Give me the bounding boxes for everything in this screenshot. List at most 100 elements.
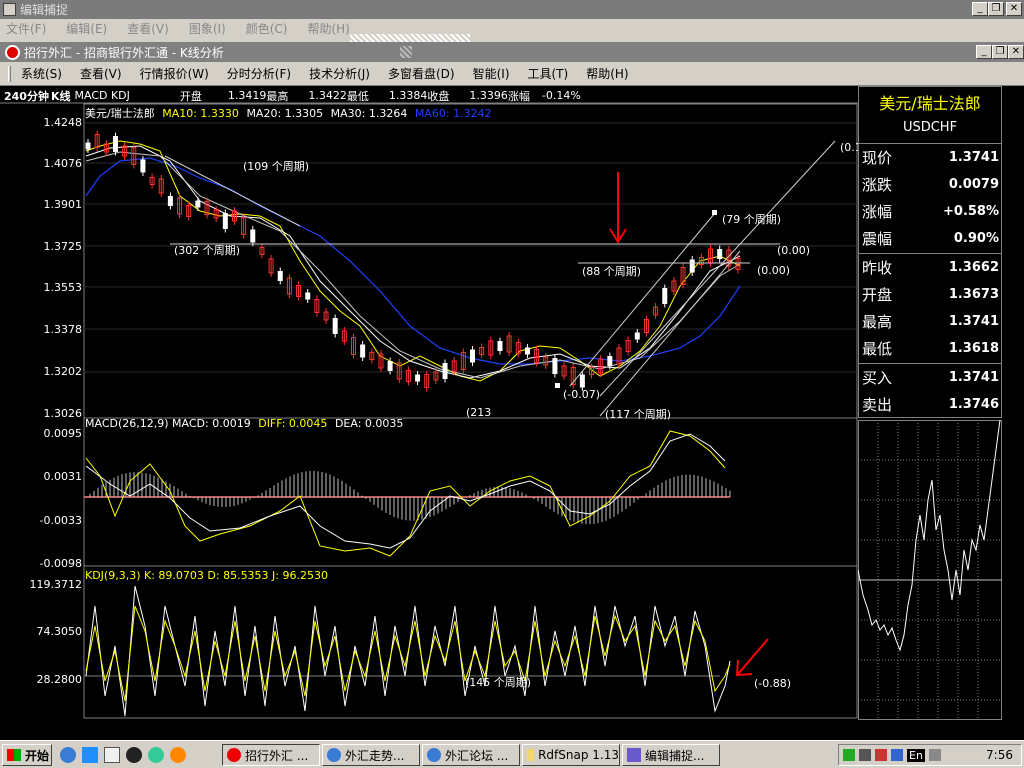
kline-candles <box>85 130 741 392</box>
mini-tick-chart[interactable] <box>858 420 1002 720</box>
task-button-rdfsnap[interactable]: RdfSnap 1.13 <box>522 744 620 766</box>
clock[interactable]: 7:56 <box>986 748 1013 762</box>
quote-value: 1.3741 <box>948 370 999 385</box>
task-button-trend[interactable]: 外汇走势... <box>322 744 420 766</box>
candle-body <box>607 356 613 366</box>
minimize-button[interactable]: _ <box>972 2 988 16</box>
kdj-y-tick: 74.3050 <box>36 625 83 638</box>
quote-value: 1.3741 <box>948 314 999 329</box>
ie-task-icon <box>427 748 441 762</box>
menu-intraday[interactable]: 分时分析(F) <box>227 65 291 82</box>
doc-menu-bar: 系统(S) 查看(V) 行情报价(W) 分时分析(F) 技术分析(J) 多窗看盘… <box>0 62 1024 86</box>
task-button-forum[interactable]: 外汇论坛 ... <box>422 744 520 766</box>
symbol-name: 美元/瑞士法郎 <box>85 107 155 120</box>
app-menu-file[interactable]: 文件(F) <box>6 20 46 37</box>
candle-body <box>442 363 448 379</box>
menu-system[interactable]: 系统(S) <box>21 65 62 82</box>
outlook-icon[interactable] <box>82 747 98 763</box>
price-panel-header: 美元/瑞士法郎 MA10: 1.3330 MA20: 1.3305 MA30: … <box>85 105 492 121</box>
macd-y-tick: 0.0031 <box>43 470 83 483</box>
candle-body <box>552 358 558 374</box>
app-menu-view[interactable]: 查看(V) <box>127 20 169 37</box>
price-y-tick: 1.3378 <box>43 323 83 336</box>
network-icon[interactable] <box>843 749 855 761</box>
quote-panel: 美元/瑞士法郎 USDCHF 现价 1.3741 涨跌 0.0079 涨幅 +0.58… <box>858 86 1002 418</box>
maximize-button[interactable]: ❐ <box>988 2 1004 16</box>
quote-value: 1.3741 <box>948 150 999 165</box>
app-menu-edit[interactable]: 编辑(E) <box>66 20 107 37</box>
quote-row-price: 现价 1.3741 <box>859 144 1001 171</box>
tray-app-icon[interactable] <box>928 749 941 761</box>
trend-lines <box>164 140 836 417</box>
menu-view[interactable]: 查看(V) <box>80 65 122 82</box>
doc-close-button[interactable]: ✕ <box>1008 45 1024 59</box>
app-menu-image[interactable]: 图象(I) <box>189 20 226 37</box>
start-button[interactable]: 开始 <box>2 744 52 766</box>
candle-body <box>222 213 228 229</box>
doc-maximize-button[interactable]: ❐ <box>992 45 1008 59</box>
task-button-capture[interactable]: 编辑捕捉... <box>622 744 720 766</box>
marker-point-a <box>712 210 717 215</box>
menu-help[interactable]: 帮助(H) <box>586 65 628 82</box>
candle-body <box>360 344 366 358</box>
candle-body <box>332 318 338 334</box>
firefox-icon[interactable] <box>170 747 186 763</box>
menu-tools[interactable]: 工具(T) <box>528 65 569 82</box>
ma10-label: MA10: 1.3330 <box>162 107 239 120</box>
kdj-header: KDJ(9,3,3) K: 89.0703 D: 85.5353 J: 96.2… <box>85 569 328 582</box>
red-arrow-diag-icon <box>735 638 769 677</box>
menu-quotes[interactable]: 行情报价(W) <box>140 65 209 82</box>
task-button-cmb[interactable]: 招行外汇 ... <box>222 744 320 766</box>
macd-y-tick: -0.0033 <box>39 514 82 527</box>
candle-body <box>689 259 695 273</box>
quote-code: USDCHF <box>902 120 958 135</box>
candle-body <box>524 347 530 355</box>
candle-body <box>717 249 723 259</box>
task-label: 外汇走势... <box>345 748 405 763</box>
kdj-panel-frame <box>83 565 858 719</box>
ie-task-icon <box>327 748 341 762</box>
macd-panel-frame <box>83 417 858 567</box>
doc-title: 招行外汇 - 招商银行外汇通 - K线分析 <box>24 45 224 60</box>
volume-icon[interactable] <box>859 749 871 761</box>
quote-value: 1.3618 <box>948 341 999 356</box>
quote-key: 最低 <box>862 340 893 358</box>
candle-body <box>579 374 585 388</box>
doc-minimize-button[interactable]: _ <box>976 45 992 59</box>
macd-y-tick: -0.0098 <box>39 557 82 570</box>
quote-row-ask: 卖出 1.3746 <box>859 391 1001 418</box>
messenger-icon[interactable] <box>148 747 164 763</box>
annotation-0-00-b: (0.00) <box>757 264 791 277</box>
app-menu-color[interactable]: 颜色(C) <box>246 20 288 37</box>
annotation-109: (109 个周期) <box>243 160 310 173</box>
macd-y-tick: 0.0095 <box>43 427 83 440</box>
chart-svg[interactable] <box>0 86 858 720</box>
quote-row-amplitude: 震幅 0.90% <box>859 225 1001 252</box>
qq-icon[interactable] <box>126 747 142 763</box>
quote-key: 卖出 <box>862 396 893 414</box>
close-button[interactable]: ✕ <box>1006 2 1022 16</box>
tray-app-icon[interactable] <box>891 749 903 761</box>
ma20-label: MA20: 1.3305 <box>246 107 324 120</box>
annotation-145: (145 个周期) <box>465 676 532 689</box>
price-y-tick: 1.3026 <box>43 407 83 420</box>
menu-multiwindow[interactable]: 多窗看盘(D) <box>388 65 455 82</box>
price-y-tick: 1.3725 <box>43 240 83 253</box>
app-icon <box>3 3 16 16</box>
quote-value: +0.58% <box>943 204 999 219</box>
ie-icon[interactable] <box>60 747 76 763</box>
price-y-tick: 1.3202 <box>43 365 83 378</box>
notepad-icon[interactable] <box>104 747 120 763</box>
tray-app-icon[interactable] <box>875 749 887 761</box>
price-y-tick: 1.4076 <box>43 157 83 170</box>
quicklaunch-bar <box>60 745 210 765</box>
doc-title-bar: 招行外汇 - 招商银行外汇通 - K线分析 _ ❐ ✕ <box>0 42 1024 62</box>
menu-smart[interactable]: 智能(I) <box>473 65 510 82</box>
app-menu-help[interactable]: 帮助(H) <box>307 20 349 37</box>
candle-body <box>305 292 311 300</box>
mini-chart-frame <box>858 420 1002 720</box>
menu-technical[interactable]: 技术分析(J) <box>309 65 370 82</box>
lang-indicator[interactable]: En <box>907 748 925 762</box>
ma10-line <box>85 140 741 382</box>
candle-body <box>112 136 118 152</box>
